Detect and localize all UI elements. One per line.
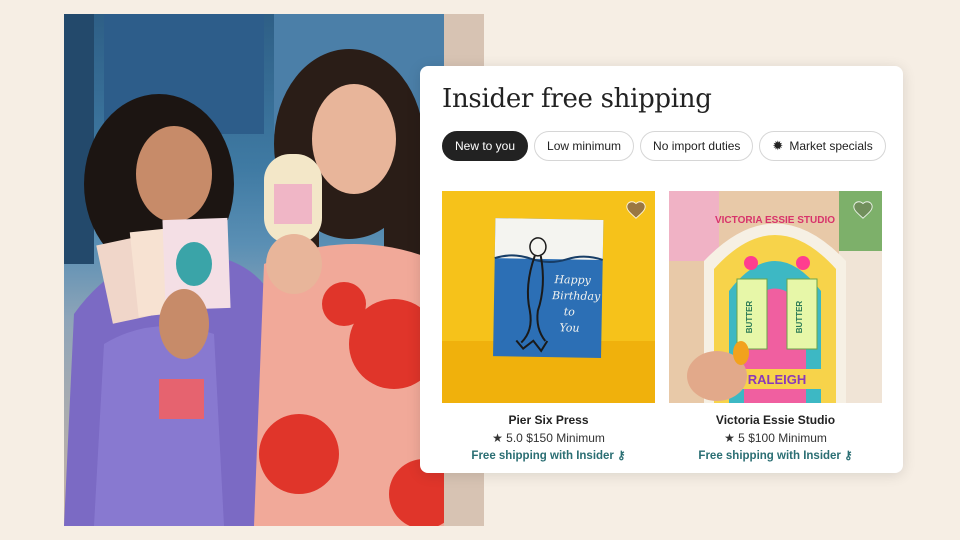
shipping-text: Free shipping with Insider [471,450,614,462]
chip-low-minimum[interactable]: Low minimum [534,131,635,161]
chip-new-to-you[interactable]: New to you [442,131,529,161]
chip-label: No import duties [653,139,741,153]
insider-shipping-label: Free shipping with Insider ⚷ [669,448,882,462]
chip-label: Market specials [789,139,873,153]
shop-meta: ★ 5 $100 Minimum [669,431,882,445]
plate-text: RALEIGH [748,372,807,387]
product-image[interactable]: Happy Birthday to You [442,191,655,403]
minimum-order: $100 Minimum [748,431,827,445]
svg-text:Birthday: Birthday [551,289,601,303]
product-image[interactable]: VICTORIA ESSIE STUDIO BUTTER BUTTER RALE… [669,191,882,403]
chip-market-specials[interactable]: ✹ Market specials [759,131,886,161]
shipping-text: Free shipping with Insider [698,450,841,462]
earring-text: BUTTER [795,301,804,334]
key-icon: ⚷ [617,450,626,462]
svg-text:You: You [559,321,579,334]
filter-chips: New to you Low minimum No import duties … [442,131,886,161]
svg-text:Happy: Happy [553,273,591,287]
earring-text: BUTTER [745,301,754,334]
chip-no-import-duties[interactable]: No import duties [640,131,754,161]
minimum-order: $150 Minimum [526,431,605,445]
favorite-heart-icon[interactable] [625,199,647,221]
chip-label: New to you [455,139,516,153]
product-card-victoria-essie-studio[interactable]: VICTORIA ESSIE STUDIO BUTTER BUTTER RALE… [669,191,882,462]
insider-shipping-panel: Insider free shipping New to you Low min… [420,66,903,473]
shop-name[interactable]: Victoria Essie Studio [669,413,882,427]
rating: ★ 5.0 [492,431,523,445]
shop-meta: ★ 5.0 $150 Minimum [442,431,655,445]
sign-text: VICTORIA ESSIE STUDIO [715,215,835,226]
panel-title: Insider free shipping [442,84,712,114]
favorite-heart-icon[interactable] [852,199,874,221]
key-icon: ⚷ [844,450,853,462]
product-card-pier-six-press[interactable]: Happy Birthday to You Pier Six Press ★ 5… [442,191,655,462]
shop-name[interactable]: Pier Six Press [442,413,655,427]
chip-label: Low minimum [547,139,622,153]
svg-text:to: to [564,305,576,318]
sparkle-icon: ✹ [772,138,784,153]
rating: ★ 5 [724,431,745,445]
insider-shipping-label: Free shipping with Insider ⚷ [442,448,655,462]
